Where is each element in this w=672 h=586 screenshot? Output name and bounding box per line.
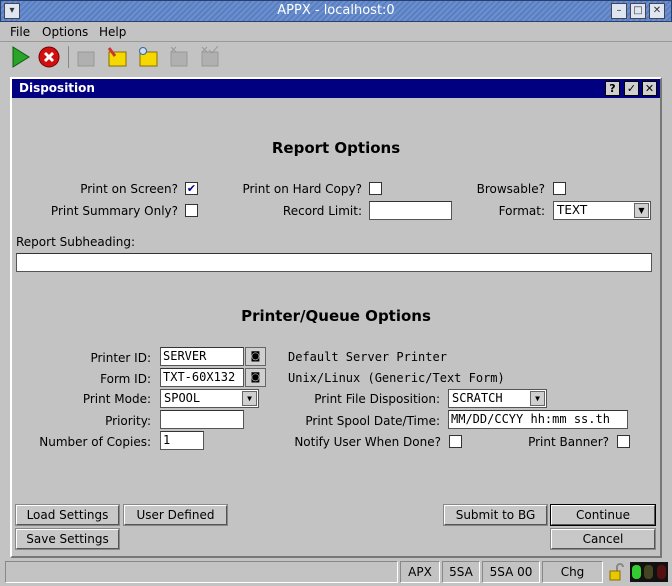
print-mode-value: SPOOL: [164, 391, 201, 405]
print-hard-copy-checkbox[interactable]: [369, 182, 382, 195]
printer-description: Default Server Printer: [288, 350, 447, 364]
notify-checkbox[interactable]: [449, 435, 462, 448]
printer-id-input[interactable]: SERVER: [160, 347, 244, 366]
banner-checkbox[interactable]: [617, 435, 630, 448]
status-app: 5SA: [442, 561, 480, 583]
window-menu-button[interactable]: ▾: [4, 3, 20, 19]
form-description: Unix/Linux (Generic/Text Form): [288, 371, 505, 385]
printer-lookup-button[interactable]: ◙: [245, 347, 266, 366]
format-select[interactable]: TEXT ▼: [553, 201, 651, 220]
priority-input[interactable]: [160, 410, 244, 429]
minimize-button[interactable]: –: [611, 3, 627, 19]
user-defined-button[interactable]: User Defined: [123, 504, 228, 526]
submit-to-bg-button[interactable]: Submit to BG: [443, 504, 548, 526]
file-disposition-select[interactable]: SCRATCH ▼: [448, 389, 547, 408]
banner-label: Print Banner?: [528, 435, 609, 449]
status-version: 5SA 00: [482, 561, 540, 583]
status-apx: APX: [400, 561, 440, 583]
new-icon: [77, 51, 95, 67]
chevron-down-icon: ▼: [242, 391, 257, 406]
record-limit-label: Record Limit:: [282, 204, 362, 218]
menu-options[interactable]: Options: [42, 25, 88, 39]
priority-label: Priority:: [105, 414, 151, 428]
cancel-icon[interactable]: [38, 46, 60, 68]
dialog-close-button[interactable]: ✕: [642, 81, 657, 96]
print-mode-select[interactable]: SPOOL ▼: [160, 389, 259, 408]
spool-datetime-label: Print Spool Date/Time:: [305, 414, 440, 428]
print-on-screen-label: Print on Screen?: [80, 182, 178, 196]
continue-button[interactable]: Continue: [550, 504, 656, 526]
subheading-input[interactable]: [16, 253, 652, 272]
print-summary-label: Print Summary Only?: [50, 204, 178, 218]
chevron-down-icon: ▼: [530, 391, 545, 406]
subheading-label: Report Subheading:: [16, 235, 135, 249]
notify-label: Notify User When Done?: [294, 435, 441, 449]
browsable-checkbox[interactable]: [553, 182, 566, 195]
status-lights: [630, 562, 668, 582]
inquire-icon[interactable]: [137, 46, 159, 68]
print-summary-checkbox[interactable]: [185, 204, 198, 217]
copies-input[interactable]: 1: [160, 431, 204, 450]
window-title-bar: APPX - localhost:0: [0, 0, 672, 22]
lock-icon: [609, 563, 624, 581]
green-light-icon: [631, 565, 641, 579]
delete-icon: [170, 46, 188, 67]
status-mode: Chg: [542, 561, 603, 583]
spool-datetime-input[interactable]: MM/DD/CCYY hh:mm ss.th: [448, 410, 628, 429]
play-icon[interactable]: [10, 46, 32, 68]
help-button[interactable]: ?: [605, 81, 620, 96]
print-hard-copy-label: Print on Hard Copy?: [242, 182, 362, 196]
ok-button[interactable]: ✓: [624, 81, 639, 96]
file-disposition-value: SCRATCH: [452, 391, 503, 405]
binoculars-icon: ◙: [250, 351, 261, 362]
copies-label: Number of Copies:: [39, 435, 151, 449]
close-window-button[interactable]: ✕: [649, 3, 665, 19]
menu-help[interactable]: Help: [99, 25, 126, 39]
status-message: [5, 561, 398, 583]
format-value: TEXT: [557, 203, 588, 217]
menu-file[interactable]: File: [10, 25, 30, 39]
format-label: Format:: [498, 204, 545, 218]
report-options-heading: Report Options: [271, 139, 401, 157]
dialog-title: Disposition: [19, 81, 95, 95]
form-id-label: Form ID:: [100, 372, 151, 386]
maximize-button[interactable]: □: [630, 3, 646, 19]
edit-icon[interactable]: [106, 46, 128, 68]
printer-id-label: Printer ID:: [90, 351, 151, 365]
chevron-down-icon: ▼: [634, 203, 649, 218]
window-title: APPX - localhost:0: [277, 3, 395, 18]
dialog-header: Disposition: [12, 79, 660, 98]
cancel-button[interactable]: Cancel: [550, 528, 656, 550]
yellow-light-icon: [644, 565, 654, 579]
form-id-input[interactable]: TXT-60X132: [160, 368, 244, 387]
browsable-label: Browsable?: [476, 182, 545, 196]
binoculars-icon: ◙: [250, 372, 261, 383]
print-mode-label: Print Mode:: [82, 392, 151, 406]
toolbar-separator: [68, 46, 69, 68]
confirm-icon: [201, 46, 219, 67]
save-settings-button[interactable]: Save Settings: [15, 528, 120, 550]
red-light-icon: [657, 565, 667, 579]
form-lookup-button[interactable]: ◙: [245, 368, 266, 387]
printer-queue-heading: Printer/Queue Options: [241, 307, 431, 325]
file-disposition-label: Print File Disposition:: [314, 392, 440, 406]
print-on-screen-checkbox[interactable]: ✔: [185, 182, 198, 195]
load-settings-button[interactable]: Load Settings: [15, 504, 120, 526]
